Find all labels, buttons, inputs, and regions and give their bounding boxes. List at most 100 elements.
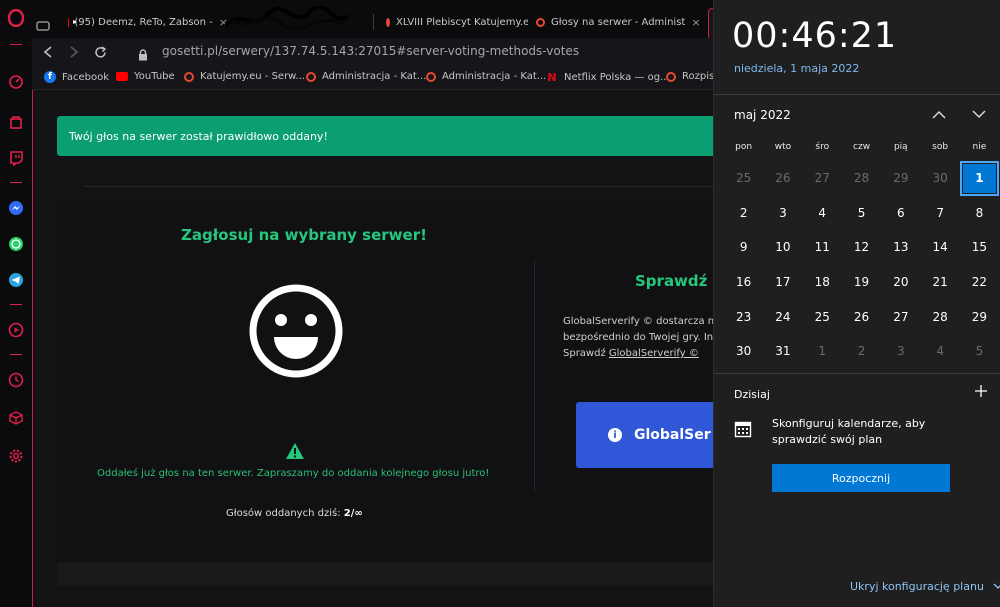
calendar-day[interactable]: 28	[842, 161, 881, 196]
history-icon[interactable]	[6, 370, 26, 390]
calendar-day[interactable]: 6	[881, 196, 920, 231]
calendar-day[interactable]: 23	[724, 299, 763, 334]
tab-plebiscyt[interactable]: XLVIII Plebiscyt Katujemy.e ×	[386, 8, 528, 36]
opera-logo-icon[interactable]	[6, 8, 26, 28]
calendar-day[interactable]: 30	[724, 334, 763, 369]
calendar-day[interactable]: 14	[920, 230, 959, 265]
messenger-icon[interactable]	[6, 198, 26, 218]
calendar-day[interactable]: 26	[763, 161, 802, 196]
chevron-down-icon	[993, 583, 1000, 589]
calendar-day[interactable]: 26	[842, 299, 881, 334]
calendar-day[interactable]: 3	[881, 334, 920, 369]
bookmark-youtube[interactable]: YouTube	[116, 71, 175, 82]
info-icon: i	[608, 428, 622, 442]
weekday-label: sob	[932, 142, 949, 152]
calendar-day[interactable]: 18	[803, 265, 842, 300]
tab-youtube[interactable]: (95) Deemz, ReTo, Zabson - ×	[68, 8, 228, 36]
shopping-bag-icon[interactable]	[6, 112, 26, 132]
calendar-day[interactable]: 13	[881, 230, 920, 265]
calendar-day[interactable]: 25	[803, 299, 842, 334]
calendar-day[interactable]: 15	[960, 230, 999, 265]
column-divider	[534, 260, 535, 492]
calendar-month[interactable]: maj 2022	[734, 108, 791, 122]
hide-agenda-link[interactable]: Ukryj konfigurację planu	[850, 580, 1000, 593]
bookmark-netflix[interactable]: N Netflix Polska — og...	[546, 71, 669, 84]
close-icon[interactable]: ×	[691, 16, 700, 29]
calendar-day[interactable]: 4	[920, 334, 959, 369]
start-button[interactable]: Rozpocznij	[772, 464, 950, 492]
calendar-day[interactable]: 29	[960, 299, 999, 334]
section-divider	[83, 186, 743, 187]
calendar-day[interactable]: 11	[803, 230, 842, 265]
calendar-day[interactable]: 9	[724, 230, 763, 265]
globalserverify-button[interactable]: i GlobalSer	[576, 402, 736, 468]
back-button[interactable]	[38, 42, 58, 62]
calendar-day-today[interactable]: 1	[959, 161, 1000, 196]
telegram-icon[interactable]	[6, 270, 26, 290]
next-month-button[interactable]	[970, 106, 988, 122]
calendar-day[interactable]: 3	[763, 196, 802, 231]
settings-gear-icon[interactable]	[6, 446, 26, 466]
calendar-week: 25 26 27 28 29 30 1	[724, 161, 1000, 196]
calendar-day[interactable]: 24	[763, 299, 802, 334]
globalserverify-title: Sprawdź i	[635, 272, 718, 290]
forward-button[interactable]	[64, 42, 84, 62]
twitch-icon[interactable]	[6, 148, 26, 168]
calendar-day[interactable]: 31	[763, 334, 802, 369]
reload-button[interactable]	[90, 42, 110, 62]
calendar-day[interactable]: 12	[842, 230, 881, 265]
calendar-day[interactable]: 2	[724, 196, 763, 231]
agenda-today-label: Dzisiaj	[734, 388, 770, 401]
calendar-day[interactable]: 20	[881, 265, 920, 300]
bookmark-administracja-1[interactable]: Administracja - Kat...	[306, 71, 426, 82]
calendar-day[interactable]: 19	[842, 265, 881, 300]
tab-divider	[373, 14, 374, 30]
calendar-icon	[734, 420, 752, 442]
calendar-day[interactable]: 25	[724, 161, 763, 196]
bookmark-label: Administracja - Kat...	[442, 71, 547, 82]
whatsapp-icon[interactable]	[6, 234, 26, 254]
calendar-day[interactable]: 10	[763, 230, 802, 265]
calendar-day[interactable]: 27	[803, 161, 842, 196]
tab-overview-button[interactable]	[36, 12, 56, 40]
flyout-divider	[714, 373, 1000, 374]
calendar-day[interactable]: 5	[960, 334, 999, 369]
calendar-day[interactable]: 16	[724, 265, 763, 300]
calendar-day[interactable]: 4	[803, 196, 842, 231]
calendar-day[interactable]: 28	[920, 299, 959, 334]
calendar-day[interactable]: 1	[803, 334, 842, 369]
weekday-header: pon wto śro czw pią sob nie	[724, 142, 1000, 152]
redaction-scribble	[224, 6, 350, 31]
calendar-day[interactable]: 8	[960, 196, 999, 231]
add-event-button[interactable]	[974, 382, 988, 403]
bookmark-administracja-2[interactable]: Administracja - Kat...	[426, 71, 546, 82]
calendar-week: 30 31 1 2 3 4 5	[724, 334, 1000, 369]
globalserverify-link[interactable]: GlobalServerify ©	[609, 348, 699, 359]
bookmark-katujemy[interactable]: Katujemy.eu - Serw...	[184, 71, 305, 82]
calendar-day[interactable]: 22	[960, 265, 999, 300]
extensions-icon[interactable]	[6, 408, 26, 428]
calendar-day[interactable]: 30	[920, 161, 959, 196]
speed-dial-icon[interactable]	[6, 72, 26, 92]
calendar-day[interactable]: 29	[881, 161, 920, 196]
vote-title: Zagłosuj na wybrany serwer!	[181, 226, 427, 244]
clock-date[interactable]: niedziela, 1 maja 2022	[734, 62, 859, 75]
tabs-menu-icon	[36, 21, 50, 31]
url-field[interactable]: gosetti.pl/serwery/137.74.5.143:27015#se…	[162, 44, 579, 58]
tab-glosy[interactable]: Głosy na serwer - Administ ×	[536, 8, 704, 36]
calendar-day[interactable]: 27	[881, 299, 920, 334]
previous-month-button[interactable]	[930, 106, 948, 122]
calendar-day[interactable]: 2	[842, 334, 881, 369]
calendar-week: 9 10 11 12 13 14 15	[724, 230, 1000, 265]
weekday-label: czw	[853, 142, 871, 152]
calendar-day[interactable]: 21	[920, 265, 959, 300]
calendar-day[interactable]: 5	[842, 196, 881, 231]
calendar-day[interactable]: 7	[920, 196, 959, 231]
katujemy-icon	[426, 71, 436, 82]
player-icon[interactable]	[6, 320, 26, 340]
calendar-day[interactable]: 17	[763, 265, 802, 300]
bookmark-rozpis[interactable]: Rozpis	[666, 71, 714, 82]
bookmark-facebook[interactable]: f Facebook	[44, 71, 109, 83]
lock-icon[interactable]	[138, 46, 148, 65]
vote-card	[57, 200, 717, 585]
